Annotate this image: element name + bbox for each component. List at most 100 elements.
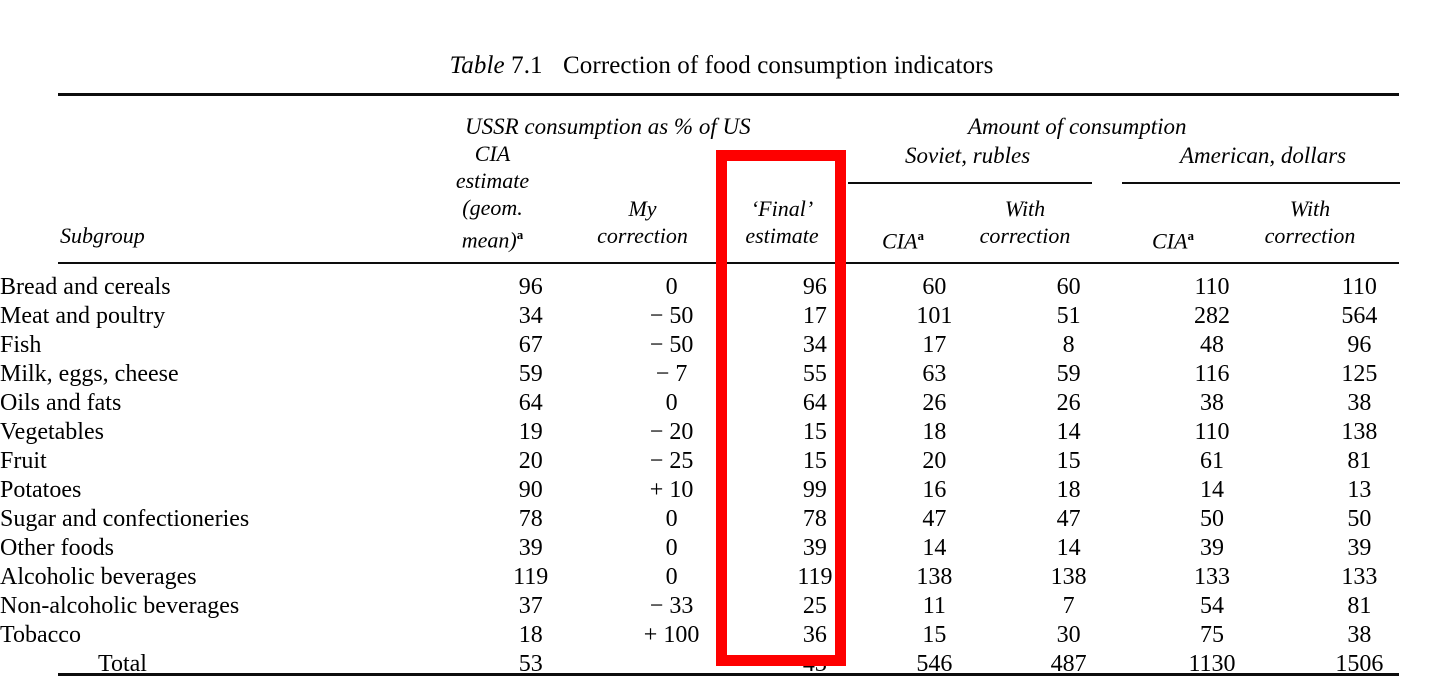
cell-cia-soviet: 138 — [916, 564, 953, 590]
table-row: Non-alcoholic beverages 37 − 33 25 11 7 54 81 — [0, 592, 1443, 621]
cell-subgroup: Total — [98, 651, 147, 677]
cell-cia-soviet: 18 — [922, 419, 947, 445]
cell-withcorrection-american: 125 — [1341, 361, 1378, 387]
cell-withcorrection-soviet: 47 — [1056, 506, 1081, 532]
table-page: Table 7.1 Correction of food consumption… — [0, 0, 1443, 679]
cell-my-correction: 0 — [665, 535, 678, 561]
cell-my-correction: 0 — [665, 390, 678, 416]
cell-subgroup: Milk, eggs, cheese — [0, 361, 179, 387]
column-header-withcorrection-american: With correction — [1240, 195, 1380, 249]
cell-my-correction: − 33 — [649, 593, 694, 619]
footnote-marker-a: a — [1187, 228, 1194, 243]
cell-cia-american: 133 — [1193, 564, 1230, 590]
column-header-final-estimate: ‘Final’ estimate — [722, 195, 842, 249]
cell-my-correction: 0 — [665, 506, 678, 532]
header-group-ussr: USSR consumption as % of US — [465, 114, 751, 139]
cell-subgroup: Non-alcoholic beverages — [0, 593, 240, 619]
final-estimate-line1: ‘Final’ — [750, 196, 814, 221]
column-header-cia-soviet: CIAa — [858, 222, 948, 254]
cia-estimate-line4: mean)a — [430, 221, 555, 253]
table-row: Potatoes 90 + 10 99 16 18 14 13 — [0, 476, 1443, 505]
cell-cia-estimate: 78 — [518, 506, 543, 532]
table-row: Vegetables 19 − 20 15 18 14 110 138 — [0, 418, 1443, 447]
cell-cia-soviet: 101 — [916, 303, 953, 329]
my-correction-line1: My — [628, 196, 657, 221]
cell-cia-soviet: 17 — [922, 332, 947, 358]
cell-withcorrection-american: 38 — [1347, 390, 1372, 416]
cell-withcorrection-american: 13 — [1347, 477, 1372, 503]
cell-withcorrection-soviet: 15 — [1056, 448, 1081, 474]
cell-cia-american: 39 — [1199, 535, 1224, 561]
column-header-subgroup: Subgroup — [60, 223, 145, 248]
cell-my-correction: − 50 — [649, 303, 694, 329]
cell-final-estimate: 15 — [802, 448, 827, 474]
table-body-area: Bread and cereals 96 0 96 60 60 110 110 Meat and… — [0, 273, 1443, 679]
cell-cia-estimate: 90 — [518, 477, 543, 503]
table-row: Sugar and confectioneries 78 0 78 47 47 50 50 — [0, 505, 1443, 534]
cell-cia-american: 50 — [1199, 506, 1224, 532]
cell-withcorrection-soviet: 60 — [1056, 274, 1081, 300]
cell-withcorrection-american: 138 — [1341, 419, 1378, 445]
cell-cia-estimate: 59 — [518, 361, 543, 387]
cell-final-estimate: 78 — [802, 506, 827, 532]
cell-my-correction: 0 — [665, 274, 678, 300]
cell-cia-estimate: 119 — [513, 564, 549, 590]
cell-withcorrection-soviet: 59 — [1056, 361, 1081, 387]
cell-final-estimate: 15 — [802, 419, 827, 445]
cell-cia-soviet: 14 — [922, 535, 947, 561]
table-row: Fish 67 − 50 34 17 8 48 96 — [0, 331, 1443, 360]
cell-cia-american: 1130 — [1188, 651, 1236, 677]
cell-subgroup: Alcoholic beverages — [0, 564, 197, 590]
table-body: Bread and cereals 96 0 96 60 60 110 110 Meat and… — [0, 273, 1443, 679]
column-header-cia-estimate: CIA estimate (geom. mean)a — [430, 140, 555, 253]
cell-cia-soviet: 546 — [916, 651, 953, 677]
cell-withcorrection-american: 38 — [1347, 622, 1372, 648]
cell-my-correction: − 7 — [655, 361, 688, 387]
cell-final-estimate: 55 — [802, 361, 827, 387]
cell-subgroup: Fish — [0, 332, 42, 358]
cia-estimate-line1: CIA — [474, 141, 511, 166]
cell-cia-american: 116 — [1194, 361, 1230, 387]
cell-withcorrection-american: 81 — [1347, 593, 1372, 619]
table-row: Bread and cereals 96 0 96 60 60 110 110 — [0, 273, 1443, 302]
footnote-marker-a: a — [516, 227, 524, 242]
cell-withcorrection-soviet: 8 — [1062, 332, 1075, 358]
cell-withcorrection-soviet: 30 — [1056, 622, 1081, 648]
cell-withcorrection-soviet: 14 — [1056, 535, 1081, 561]
cell-final-estimate: 99 — [802, 477, 827, 503]
cell-final-estimate: 96 — [802, 274, 827, 300]
caption-number: 7.1 — [511, 52, 543, 79]
cell-withcorrection-soviet: 14 — [1056, 419, 1081, 445]
cell-withcorrection-soviet: 18 — [1056, 477, 1081, 503]
cell-withcorrection-american: 39 — [1347, 535, 1372, 561]
cell-subgroup: Oils and fats — [0, 390, 122, 416]
cell-cia-estimate: 96 — [518, 274, 543, 300]
cell-final-estimate: 25 — [802, 593, 827, 619]
cell-final-estimate: 36 — [802, 622, 827, 648]
withcorrection-soviet-line1: With — [1004, 196, 1046, 221]
cell-cia-american: 61 — [1199, 448, 1224, 474]
cell-cia-soviet: 15 — [922, 622, 947, 648]
cell-cia-estimate: 67 — [518, 332, 543, 358]
cell-cia-soviet: 26 — [922, 390, 947, 416]
cell-subgroup: Bread and cereals — [0, 274, 171, 300]
cell-my-correction: − 20 — [649, 419, 694, 445]
cell-withcorrection-american: 96 — [1347, 332, 1372, 358]
cell-subgroup: Other foods — [0, 535, 114, 561]
cell-final-estimate: 39 — [802, 535, 827, 561]
table-row: Tobacco 18 + 100 36 15 30 75 38 — [0, 621, 1443, 650]
table-row: Total 53 43 546 487 1130 1506 — [0, 650, 1443, 679]
cell-my-correction: − 50 — [649, 332, 694, 358]
cell-my-correction: + 100 — [643, 622, 700, 648]
cell-cia-soviet: 47 — [922, 506, 947, 532]
cell-cia-estimate: 39 — [518, 535, 543, 561]
my-correction-line2: correction — [597, 223, 688, 248]
cell-subgroup: Meat and poultry — [0, 303, 166, 329]
withcorrection-american-line1: With — [1289, 196, 1331, 221]
cell-cia-estimate: 37 — [518, 593, 543, 619]
cell-cia-american: 14 — [1199, 477, 1224, 503]
cell-my-correction: + 10 — [649, 477, 694, 503]
cell-cia-estimate: 18 — [518, 622, 543, 648]
cell-cia-american: 38 — [1199, 390, 1224, 416]
rule-top — [58, 93, 1399, 96]
